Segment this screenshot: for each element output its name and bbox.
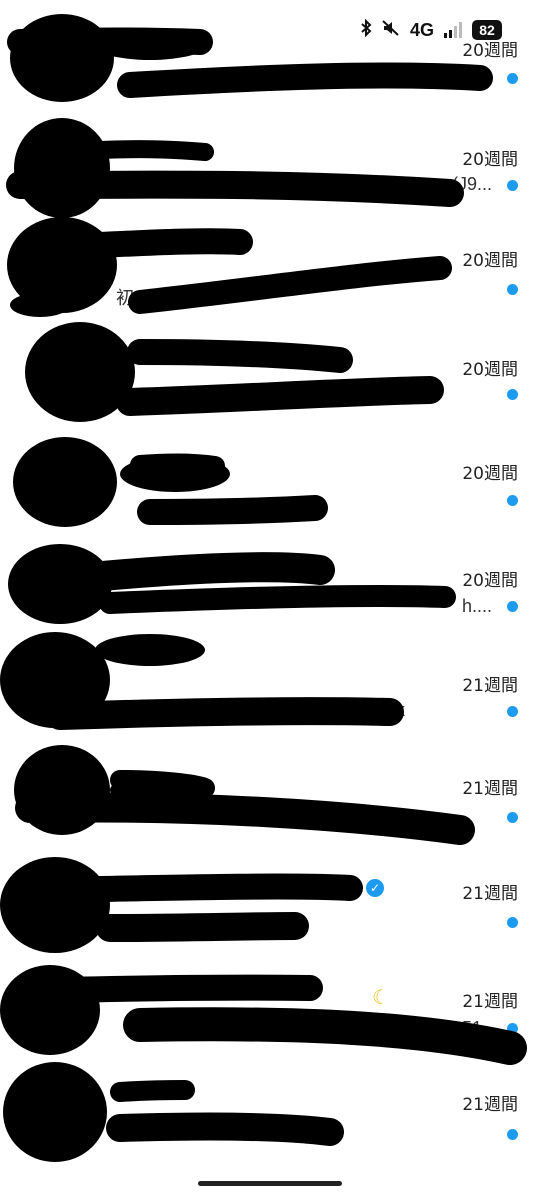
conversation-item[interactable]: 20週間 (J9... xyxy=(0,140,540,240)
conversation-time: 20週間 xyxy=(462,571,518,591)
home-indicator[interactable] xyxy=(198,1181,342,1186)
verified-badge-icon: ✓ xyxy=(366,879,384,897)
unread-indicator xyxy=(507,284,518,295)
conversation-item[interactable]: 20週間 初 ... xyxy=(0,240,540,340)
unread-indicator xyxy=(507,601,518,612)
conversation-time: 21週間 xyxy=(462,676,518,696)
unread-indicator xyxy=(507,812,518,823)
unread-indicator xyxy=(507,1023,518,1034)
message-snippet: 初 ... xyxy=(116,288,155,308)
conversation-item[interactable]: 20週間 xyxy=(0,455,540,555)
conversation-item[interactable]: 21週間 k xyxy=(0,668,540,768)
conversation-item[interactable]: 21週間 xyxy=(0,1088,540,1188)
conversation-item[interactable]: 20週間 xyxy=(0,350,540,450)
conversation-time: 20週間 xyxy=(462,41,518,61)
conversation-item[interactable]: 21週間 xyxy=(0,772,540,872)
unread-indicator xyxy=(507,73,518,84)
conversation-time: 21週間 xyxy=(462,992,518,1012)
message-snippet: (J9... xyxy=(451,174,492,194)
conversation-item[interactable]: 20週間 xyxy=(0,30,540,130)
moon-icon: ☾ xyxy=(372,987,390,1009)
unread-indicator xyxy=(507,917,518,928)
conversation-item[interactable]: ☾ 21週間 51... xyxy=(0,985,540,1085)
conversation-time: 20週間 xyxy=(462,251,518,271)
unread-indicator xyxy=(507,706,518,717)
conversation-item[interactable]: ✓ 21週間 xyxy=(0,876,540,976)
message-snippet: 51... xyxy=(462,1018,498,1038)
conversation-time: 20週間 xyxy=(462,150,518,170)
message-snippet: k xyxy=(396,700,405,720)
conversation-time: 20週間 xyxy=(462,464,518,484)
unread-indicator xyxy=(507,1129,518,1140)
unread-indicator xyxy=(507,495,518,506)
conversation-item[interactable]: 20週間 h.... xyxy=(0,563,540,663)
conversation-time: 21週間 xyxy=(462,1095,518,1115)
conversation-time: 21週間 xyxy=(462,779,518,799)
unread-indicator xyxy=(507,389,518,400)
conversation-time: 21週間 xyxy=(462,884,518,904)
conversation-time: 20週間 xyxy=(462,360,518,380)
message-snippet: h.... xyxy=(461,596,492,616)
unread-indicator xyxy=(507,180,518,191)
